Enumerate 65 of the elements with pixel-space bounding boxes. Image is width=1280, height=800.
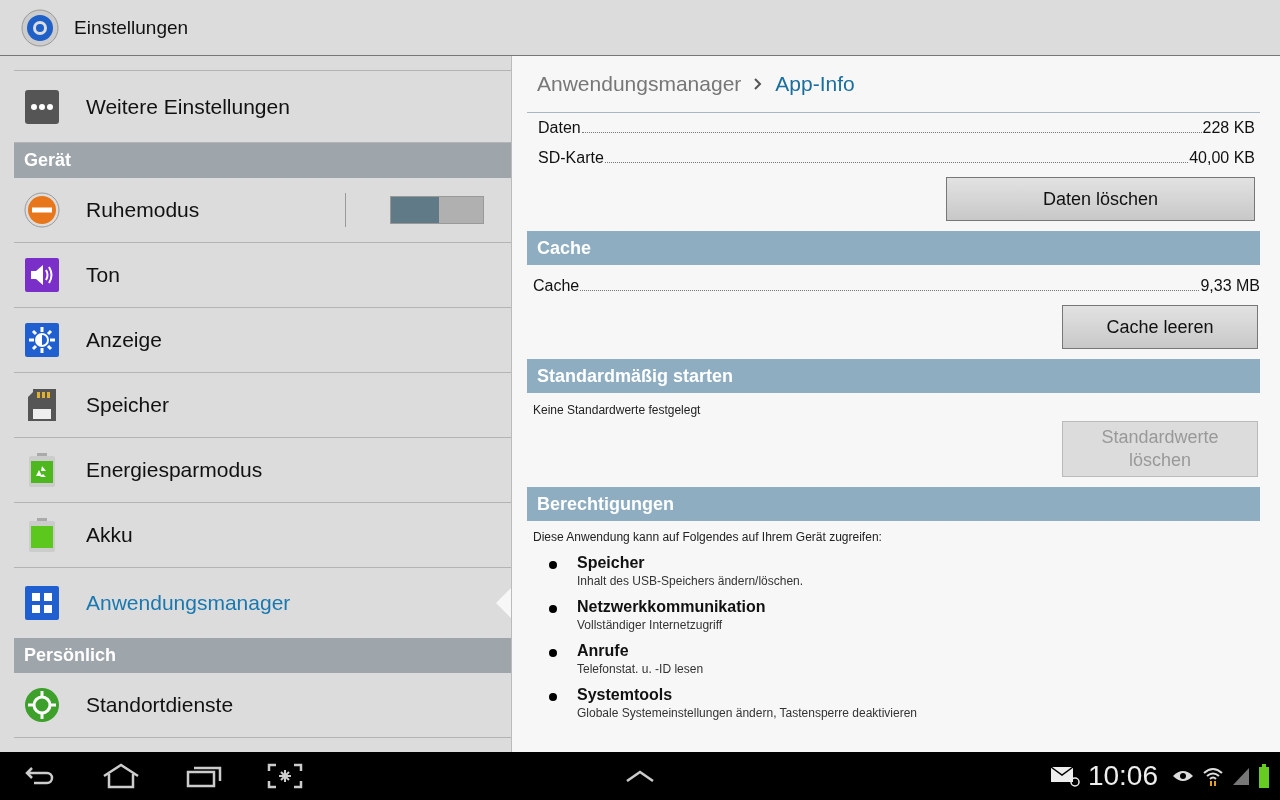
sidebar-item[interactable]: Anzeige [14, 308, 511, 373]
section-header: Standardmäßig starten [527, 359, 1260, 393]
clock-time: 10:06 [1087, 760, 1158, 792]
sidebar-item[interactable]: Ton [14, 243, 511, 308]
sidebar-item-label: Energiesparmodus [86, 458, 263, 482]
sidebar-item-label: Speicher [86, 393, 169, 417]
sidebar-item-label: Standortdienste [86, 693, 234, 717]
wifi-icon [1202, 765, 1224, 787]
toggle-switch[interactable] [390, 196, 484, 224]
location-target-icon [24, 687, 60, 723]
breadcrumb-current: App-Info [775, 72, 855, 96]
row-label: SD-Karte [538, 149, 604, 167]
sidebar-item[interactable]: Ruhemodus [14, 178, 511, 243]
permission-description: Globale Systemeinstellungen ändern, Tastensperre deaktivieren [577, 706, 917, 720]
section-header: Persönlich [14, 638, 511, 673]
sidebar-item-label: Ton [86, 263, 120, 287]
permission-name: Anrufe [577, 642, 630, 660]
sidebar-item[interactable]: Speicher [14, 373, 511, 438]
recent-apps-icon[interactable] [186, 764, 222, 788]
sidebar-item[interactable]: Standortdienste [14, 673, 511, 738]
sidebar-item-label: Weitere Einstellungen [86, 94, 290, 119]
dots-icon [24, 88, 60, 125]
mail-icon [1049, 765, 1080, 787]
permission-description: Vollständiger Internetzugriff [577, 618, 724, 632]
bullet-icon [549, 561, 557, 569]
bullet-icon [549, 649, 557, 657]
bullet-icon [549, 693, 557, 701]
apps-grid-icon [24, 585, 60, 621]
row-label: Cache [533, 277, 580, 295]
battery-icon [1258, 764, 1270, 788]
home-icon[interactable] [101, 763, 141, 789]
section-header: Gerät [14, 143, 511, 178]
app-title: Einstellungen [74, 16, 189, 39]
note-text: Keine Standardwerte festgelegt [532, 403, 702, 417]
permission-name: Systemtools [577, 686, 674, 704]
caret-up-icon[interactable] [625, 769, 655, 783]
eye-icon [1172, 768, 1194, 784]
sidebar-item[interactable]: Akku [14, 503, 511, 568]
intro-text: Diese Anwendung kann auf Folgendes auf Ihrem Gerät zugreifen: [532, 530, 883, 544]
row-label: Daten [538, 119, 581, 137]
permission-name: Speicher [577, 554, 646, 572]
bullet-icon [549, 605, 557, 613]
permission-name: Netzwerkkommunikation [577, 598, 766, 616]
brightness-icon [24, 322, 60, 358]
sidebar-item-label: Anzeige [86, 328, 162, 352]
signal-icon [1232, 766, 1250, 786]
screenshot-icon[interactable] [267, 763, 303, 789]
chevron-icon [753, 77, 764, 91]
breadcrumb-parent[interactable]: Anwendungsmanager [537, 72, 742, 96]
clear-cache-button[interactable]: Cache leeren [1062, 305, 1258, 349]
sidebar-item-label: Akku [86, 523, 133, 547]
permission-description: Inhalt des USB-Speichers ändern/löschen. [577, 574, 804, 588]
settings-icon [20, 7, 60, 48]
sidebar-item[interactable]: Energiesparmodus [14, 438, 511, 503]
sidebar-item-label: Ruhemodus [86, 198, 200, 222]
row-value: 40,00 KB [1189, 149, 1255, 167]
do-not-disturb-icon [24, 192, 60, 228]
section-header: Cache [527, 231, 1260, 265]
permission-description: Telefonstat. u. -ID lesen [577, 662, 704, 676]
row-value: 9,33 MB [1200, 277, 1260, 295]
sidebar-item-label: Anwendungsmanager [86, 591, 291, 615]
row-value: 228 KB [1202, 119, 1255, 137]
clear-data-button[interactable]: Daten löschen [946, 177, 1255, 221]
speaker-icon [24, 257, 60, 293]
section-header: Berechtigungen [527, 487, 1260, 521]
